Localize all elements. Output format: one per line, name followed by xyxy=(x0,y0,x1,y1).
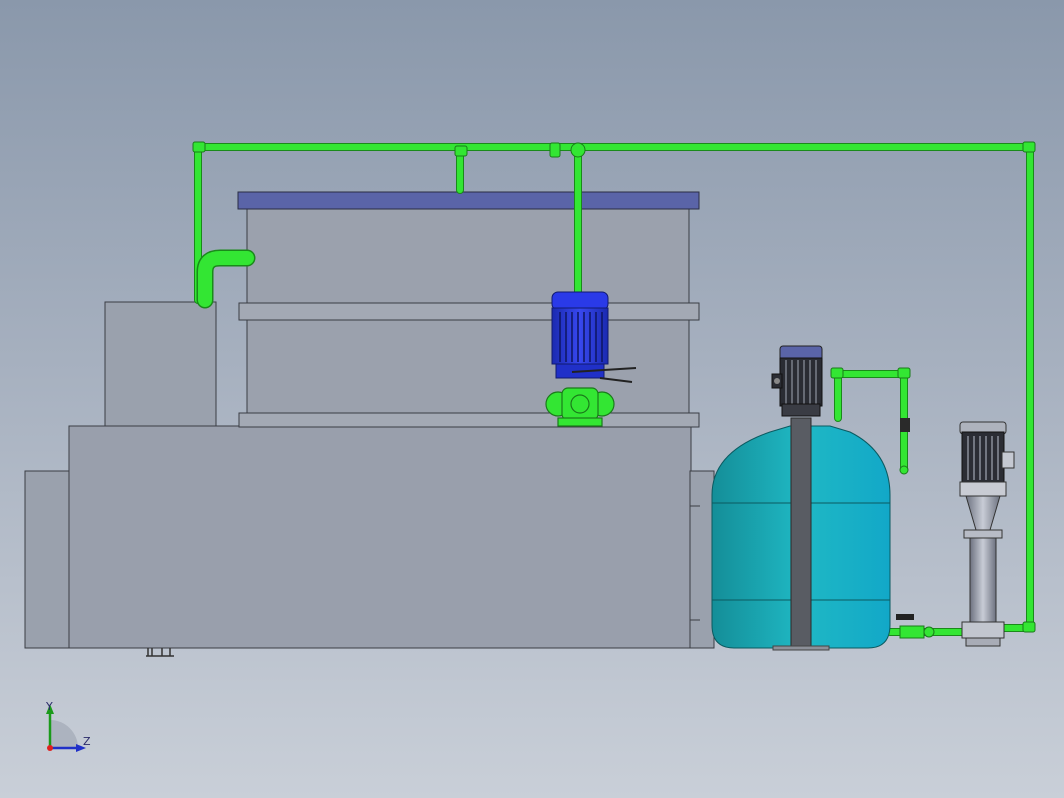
tank-band-top xyxy=(238,302,700,321)
cad-viewport[interactable]: Y Z xyxy=(0,0,1064,798)
inline-valve[interactable] xyxy=(900,418,910,432)
base-right-end-block xyxy=(689,470,715,649)
vertical-pump-column xyxy=(969,537,997,625)
y-axis-label: Y xyxy=(45,700,53,713)
drum-outlet-valve[interactable] xyxy=(896,614,935,639)
origin-point xyxy=(47,745,53,751)
main-tank-assembly[interactable] xyxy=(24,191,715,657)
mixer-motor[interactable] xyxy=(771,345,823,417)
base-tank[interactable] xyxy=(68,425,692,649)
drain-feet xyxy=(146,648,174,657)
coordinate-triad: Y Z xyxy=(45,700,91,752)
tank-band-bottom xyxy=(238,412,700,428)
pump-motor-cap xyxy=(551,291,609,311)
tank-lid[interactable] xyxy=(237,191,700,210)
side-box[interactable] xyxy=(104,301,217,427)
mixer-shaft-housing xyxy=(790,417,812,649)
base-left-end-block xyxy=(24,470,71,649)
z-axis-label: Z xyxy=(83,735,91,748)
vertical-pump-right[interactable] xyxy=(959,421,1015,647)
